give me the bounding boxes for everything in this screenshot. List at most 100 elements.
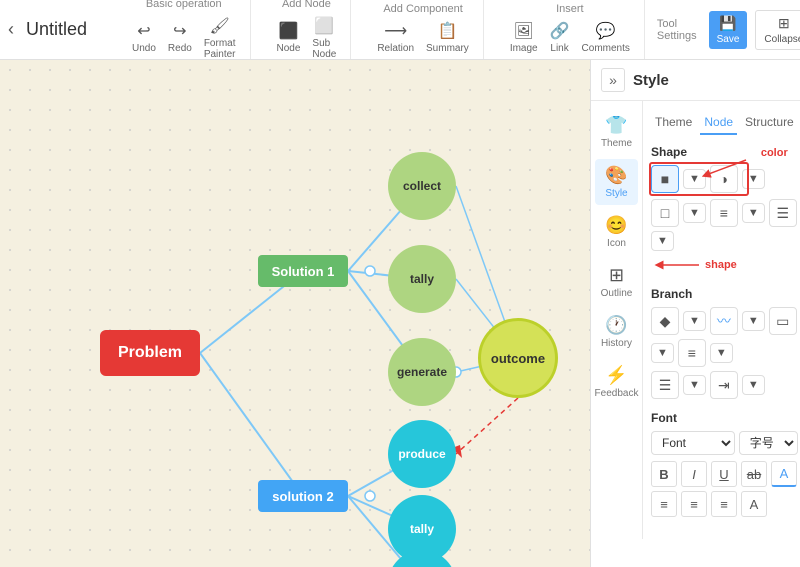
node-problem[interactable]: Problem [100, 330, 200, 376]
font-row-1: Font 字号 [651, 431, 798, 455]
format-painter-button[interactable]: 🖌 Format Painter [200, 14, 240, 62]
node-outcome[interactable]: outcome [478, 318, 558, 398]
node-solution1[interactable]: Solution 1 [258, 255, 348, 287]
redo-button[interactable]: ↪ Redo [164, 19, 196, 56]
shape-fill-button[interactable]: ■ [651, 165, 679, 193]
save-label: Save [717, 34, 740, 45]
tab-structure[interactable]: Structure [741, 111, 798, 135]
link-label: Link [550, 43, 568, 54]
branch-line-button[interactable]: 〰 [710, 307, 738, 335]
sidebar-history[interactable]: 🕐 History [595, 309, 638, 355]
shape-fill-dropdown[interactable]: ▼ [683, 169, 706, 189]
outline-icon: ⊞ [609, 265, 624, 286]
font-size-select[interactable]: 字号 [739, 431, 798, 455]
shape-row-2: □ ▼ ≡ ▼ ☰ ▼ [651, 199, 798, 251]
collapse-button[interactable]: ⊞ Collapse [755, 10, 800, 50]
sidebar-outline[interactable]: ⊞ Outline [595, 259, 638, 305]
shape-align-button[interactable]: ≡ [710, 199, 738, 227]
shape-lines-button[interactable]: ☰ [769, 199, 797, 227]
document-title: Untitled [26, 19, 106, 40]
sidebar-theme[interactable]: 👕 Theme [595, 109, 638, 155]
node-icon: ⬛ [278, 21, 298, 41]
branch-lines-dropdown[interactable]: ▼ [710, 343, 733, 363]
underline-button[interactable]: U [711, 461, 737, 487]
node-collect[interactable]: collect [388, 152, 456, 220]
comments-button[interactable]: 💬 Comments [578, 19, 634, 56]
back-button[interactable]: ‹ [8, 16, 14, 44]
branch-section: Branch ◆ ▼ 〰 ▼ ▭ ▼ ≡ ▼ ☰ ▼ ⇥ [651, 287, 798, 399]
summary-icon: 📋 [437, 21, 457, 41]
feedback-label: Feedback [595, 388, 639, 399]
align-left-button[interactable]: ≡ [651, 491, 677, 517]
icon-label: Icon [607, 238, 626, 249]
shape-arrow [651, 255, 701, 275]
toolbar-add-component-label: Add Component [383, 3, 463, 15]
sidebar-feedback[interactable]: ⚡ Feedback [595, 359, 638, 405]
shape-gradient-button[interactable]: ◑ [710, 165, 738, 193]
branch-section-label: Branch [651, 287, 798, 301]
link-button[interactable]: 🔗 Link [546, 19, 574, 56]
canvas[interactable]: Problem Solution 1 solution 2 collect ta… [0, 60, 590, 567]
node-solution2[interactable]: solution 2 [258, 480, 348, 512]
node-label: Node [277, 43, 301, 54]
branch-fill-dropdown[interactable]: ▼ [683, 311, 706, 331]
node-generate1[interactable]: generate [388, 338, 456, 406]
sub-node-label: Sub Node [312, 38, 336, 60]
strikethrough-button[interactable]: ab [741, 461, 767, 487]
branch-rect-dropdown[interactable]: ▼ [651, 343, 674, 363]
branch-list-button[interactable]: ☰ [651, 371, 679, 399]
align-right-button[interactable]: ≡ [711, 491, 737, 517]
relation-button[interactable]: ⟶ Relation [373, 19, 418, 56]
save-button[interactable]: 💾 Save [709, 11, 748, 49]
undo-button[interactable]: ↩ Undo [128, 19, 160, 56]
comments-label: Comments [582, 43, 630, 54]
shape-border-dropdown[interactable]: ▼ [683, 203, 706, 223]
branch-rect-button[interactable]: ▭ [769, 307, 797, 335]
tool-settings: Tool Settings 💾 Save ⊞ Collapse ↗ Share … [657, 10, 800, 50]
branch-indent-dropdown[interactable]: ▼ [742, 375, 765, 395]
summary-button[interactable]: 📋 Summary [422, 19, 473, 56]
font-select[interactable]: Font [651, 431, 735, 455]
node-tally1[interactable]: tally [388, 245, 456, 313]
font-format-row-2: ≡ ≡ ≡ A [651, 491, 798, 517]
tab-node[interactable]: Node [700, 111, 737, 135]
branch-indent-button[interactable]: ⇥ [710, 371, 738, 399]
tool-settings-label: Tool Settings [657, 18, 697, 42]
italic-button[interactable]: I [681, 461, 707, 487]
sidebar-icons: 👕 Theme 🎨 Style 😊 Icon ⊞ Outline 🕐 [591, 101, 643, 539]
branch-lines-button[interactable]: ≡ [678, 339, 706, 367]
shape-align-dropdown[interactable]: ▼ [742, 203, 765, 223]
tally1-label: tally [410, 272, 434, 286]
panel-content: Theme Node Structure Shape ■ ▼ ◑ ▼ [643, 101, 800, 539]
align-center-button[interactable]: ≡ [681, 491, 707, 517]
style-tabs: Theme Node Structure [651, 111, 798, 135]
shape-gradient-dropdown[interactable]: ▼ [742, 169, 765, 189]
feedback-icon: ⚡ [605, 365, 627, 386]
shape-annotation: shape [705, 259, 737, 271]
branch-line-dropdown[interactable]: ▼ [742, 311, 765, 331]
right-panel: » Style 👕 Theme 🎨 Style 😊 Icon ⊞ [590, 60, 800, 567]
produce-label: produce [398, 447, 445, 461]
toolbar-add-node-label: Add Node [282, 0, 331, 10]
sub-node-icon: ⬜ [314, 16, 334, 36]
sub-node-button[interactable]: ⬜ Sub Node [308, 14, 340, 62]
toolbar-basic-op-label: Basic operation [146, 0, 222, 10]
font-color-button[interactable]: A [771, 461, 797, 487]
branch-list-dropdown[interactable]: ▼ [683, 375, 706, 395]
tab-theme[interactable]: Theme [651, 111, 696, 135]
node-produce[interactable]: produce [388, 420, 456, 488]
panel-collapse-button[interactable]: » [601, 68, 625, 92]
image-button[interactable]: 🖼 Image [506, 19, 542, 56]
sidebar-style[interactable]: 🎨 Style [595, 159, 638, 205]
node-button[interactable]: ⬛ Node [273, 19, 305, 56]
sidebar-icon[interactable]: 😊 Icon [595, 209, 638, 255]
shape-row-1: ■ ▼ ◑ ▼ [651, 165, 798, 193]
shape-border-button[interactable]: □ [651, 199, 679, 227]
shape-lines-dropdown[interactable]: ▼ [651, 231, 674, 251]
style-icon: 🎨 [605, 165, 627, 186]
shape-section: Shape ■ ▼ ◑ ▼ color [651, 145, 798, 275]
branch-fill-button[interactable]: ◆ [651, 307, 679, 335]
bold-button[interactable]: B [651, 461, 677, 487]
font-highlight-button[interactable]: A [741, 491, 767, 517]
font-section: Font Font 字号 B I U ab A [651, 411, 798, 517]
